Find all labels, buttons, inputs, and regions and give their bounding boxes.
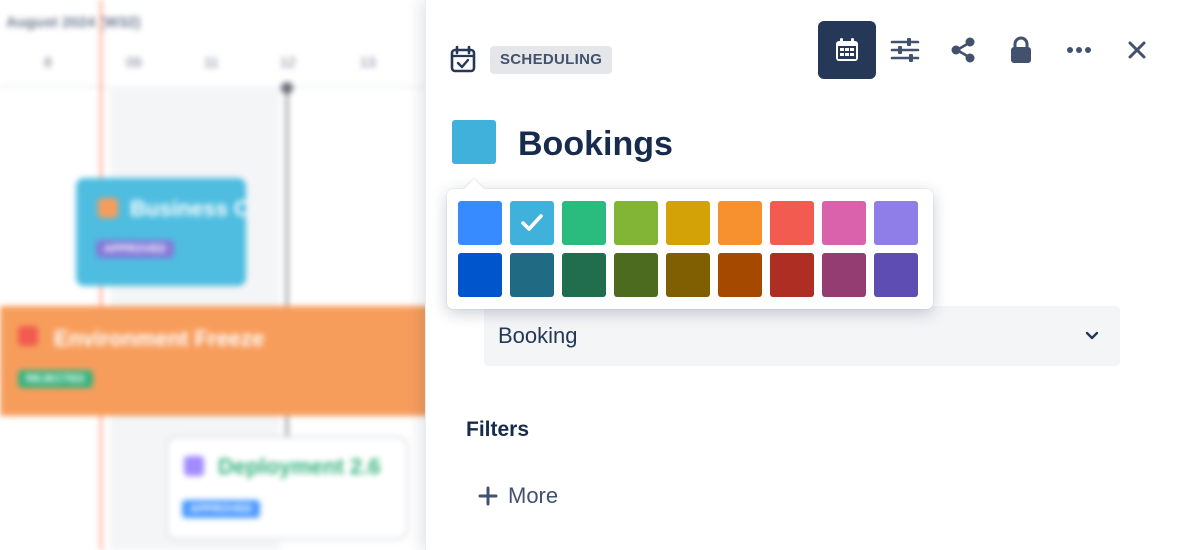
color-swatch[interactable]	[718, 201, 762, 245]
close-icon	[1128, 41, 1146, 59]
color-swatch[interactable]	[510, 253, 554, 297]
color-picker-popup	[447, 179, 933, 309]
plus-icon	[478, 486, 498, 506]
add-filter-button[interactable]: More	[478, 478, 558, 514]
timeline-month-label: August 2024 (W32)	[6, 14, 141, 31]
lock-button[interactable]	[992, 21, 1050, 79]
color-swatch[interactable]	[822, 253, 866, 297]
event-status-badge: APPROVED	[96, 240, 174, 258]
color-swatch[interactable]	[770, 201, 814, 245]
color-swatch[interactable]	[562, 201, 606, 245]
timeline-event-card[interactable]: Environment Freeze REJECTED	[0, 306, 430, 416]
color-swatch[interactable]	[718, 253, 762, 297]
event-status-badge: APPROVED	[182, 500, 260, 518]
color-swatch[interactable]	[458, 201, 502, 245]
timeline-event-card[interactable]: Deployment 2.6 APPROVED	[166, 436, 408, 540]
page-title[interactable]: Bookings	[518, 122, 673, 166]
check-icon	[521, 214, 543, 231]
event-type-icon	[18, 326, 38, 346]
event-title: Business C	[130, 196, 250, 221]
lock-icon	[1011, 36, 1031, 63]
color-row	[458, 253, 918, 297]
close-button[interactable]	[1108, 21, 1166, 79]
calendar-view-button[interactable]	[818, 21, 876, 79]
type-select-value: Booking	[498, 323, 578, 348]
event-type-icon	[184, 456, 204, 476]
timeline-day: 11	[204, 54, 219, 70]
timeline-event-card[interactable]: Business C APPROVED	[76, 178, 250, 286]
timeline-day: 13	[360, 54, 376, 70]
settings-button[interactable]	[876, 21, 934, 79]
more-icon	[1067, 47, 1091, 53]
filters-heading: Filters	[466, 418, 530, 441]
type-select[interactable]: Booking	[484, 306, 1120, 366]
share-button[interactable]	[934, 21, 992, 79]
color-swatch-button[interactable]	[452, 120, 496, 164]
color-swatch[interactable]	[666, 253, 710, 297]
panel-toolbar	[818, 21, 1166, 79]
color-swatch[interactable]	[614, 201, 658, 245]
color-swatch[interactable]	[614, 253, 658, 297]
event-title: Deployment 2.6	[218, 454, 381, 479]
color-swatch-selected[interactable]	[510, 201, 554, 245]
timeline-day: 09	[126, 54, 142, 70]
sliders-icon	[890, 38, 920, 62]
color-row	[458, 201, 918, 245]
color-swatch[interactable]	[458, 253, 502, 297]
color-swatch[interactable]	[666, 201, 710, 245]
event-type-icon	[98, 198, 118, 218]
category-badge: SCHEDULING	[490, 46, 613, 74]
timeline-day: 8	[44, 54, 52, 70]
color-swatch[interactable]	[874, 253, 918, 297]
color-swatch[interactable]	[562, 253, 606, 297]
cursor-marker-dot	[281, 82, 293, 94]
event-status-badge: REJECTED	[18, 370, 93, 388]
add-filter-label: More	[508, 483, 559, 508]
color-swatch[interactable]	[822, 201, 866, 245]
timeline-day: 12	[280, 54, 296, 70]
timeline-day-header: 8 09 11 12 13	[0, 54, 430, 84]
chevron-down-icon	[1085, 331, 1099, 340]
share-icon	[951, 37, 975, 63]
calendar-check-icon	[450, 45, 476, 73]
event-title: Environment Freeze	[54, 326, 265, 351]
more-actions-button[interactable]	[1050, 21, 1108, 79]
color-swatch[interactable]	[770, 253, 814, 297]
color-swatch[interactable]	[874, 201, 918, 245]
calendar-icon	[836, 38, 858, 61]
